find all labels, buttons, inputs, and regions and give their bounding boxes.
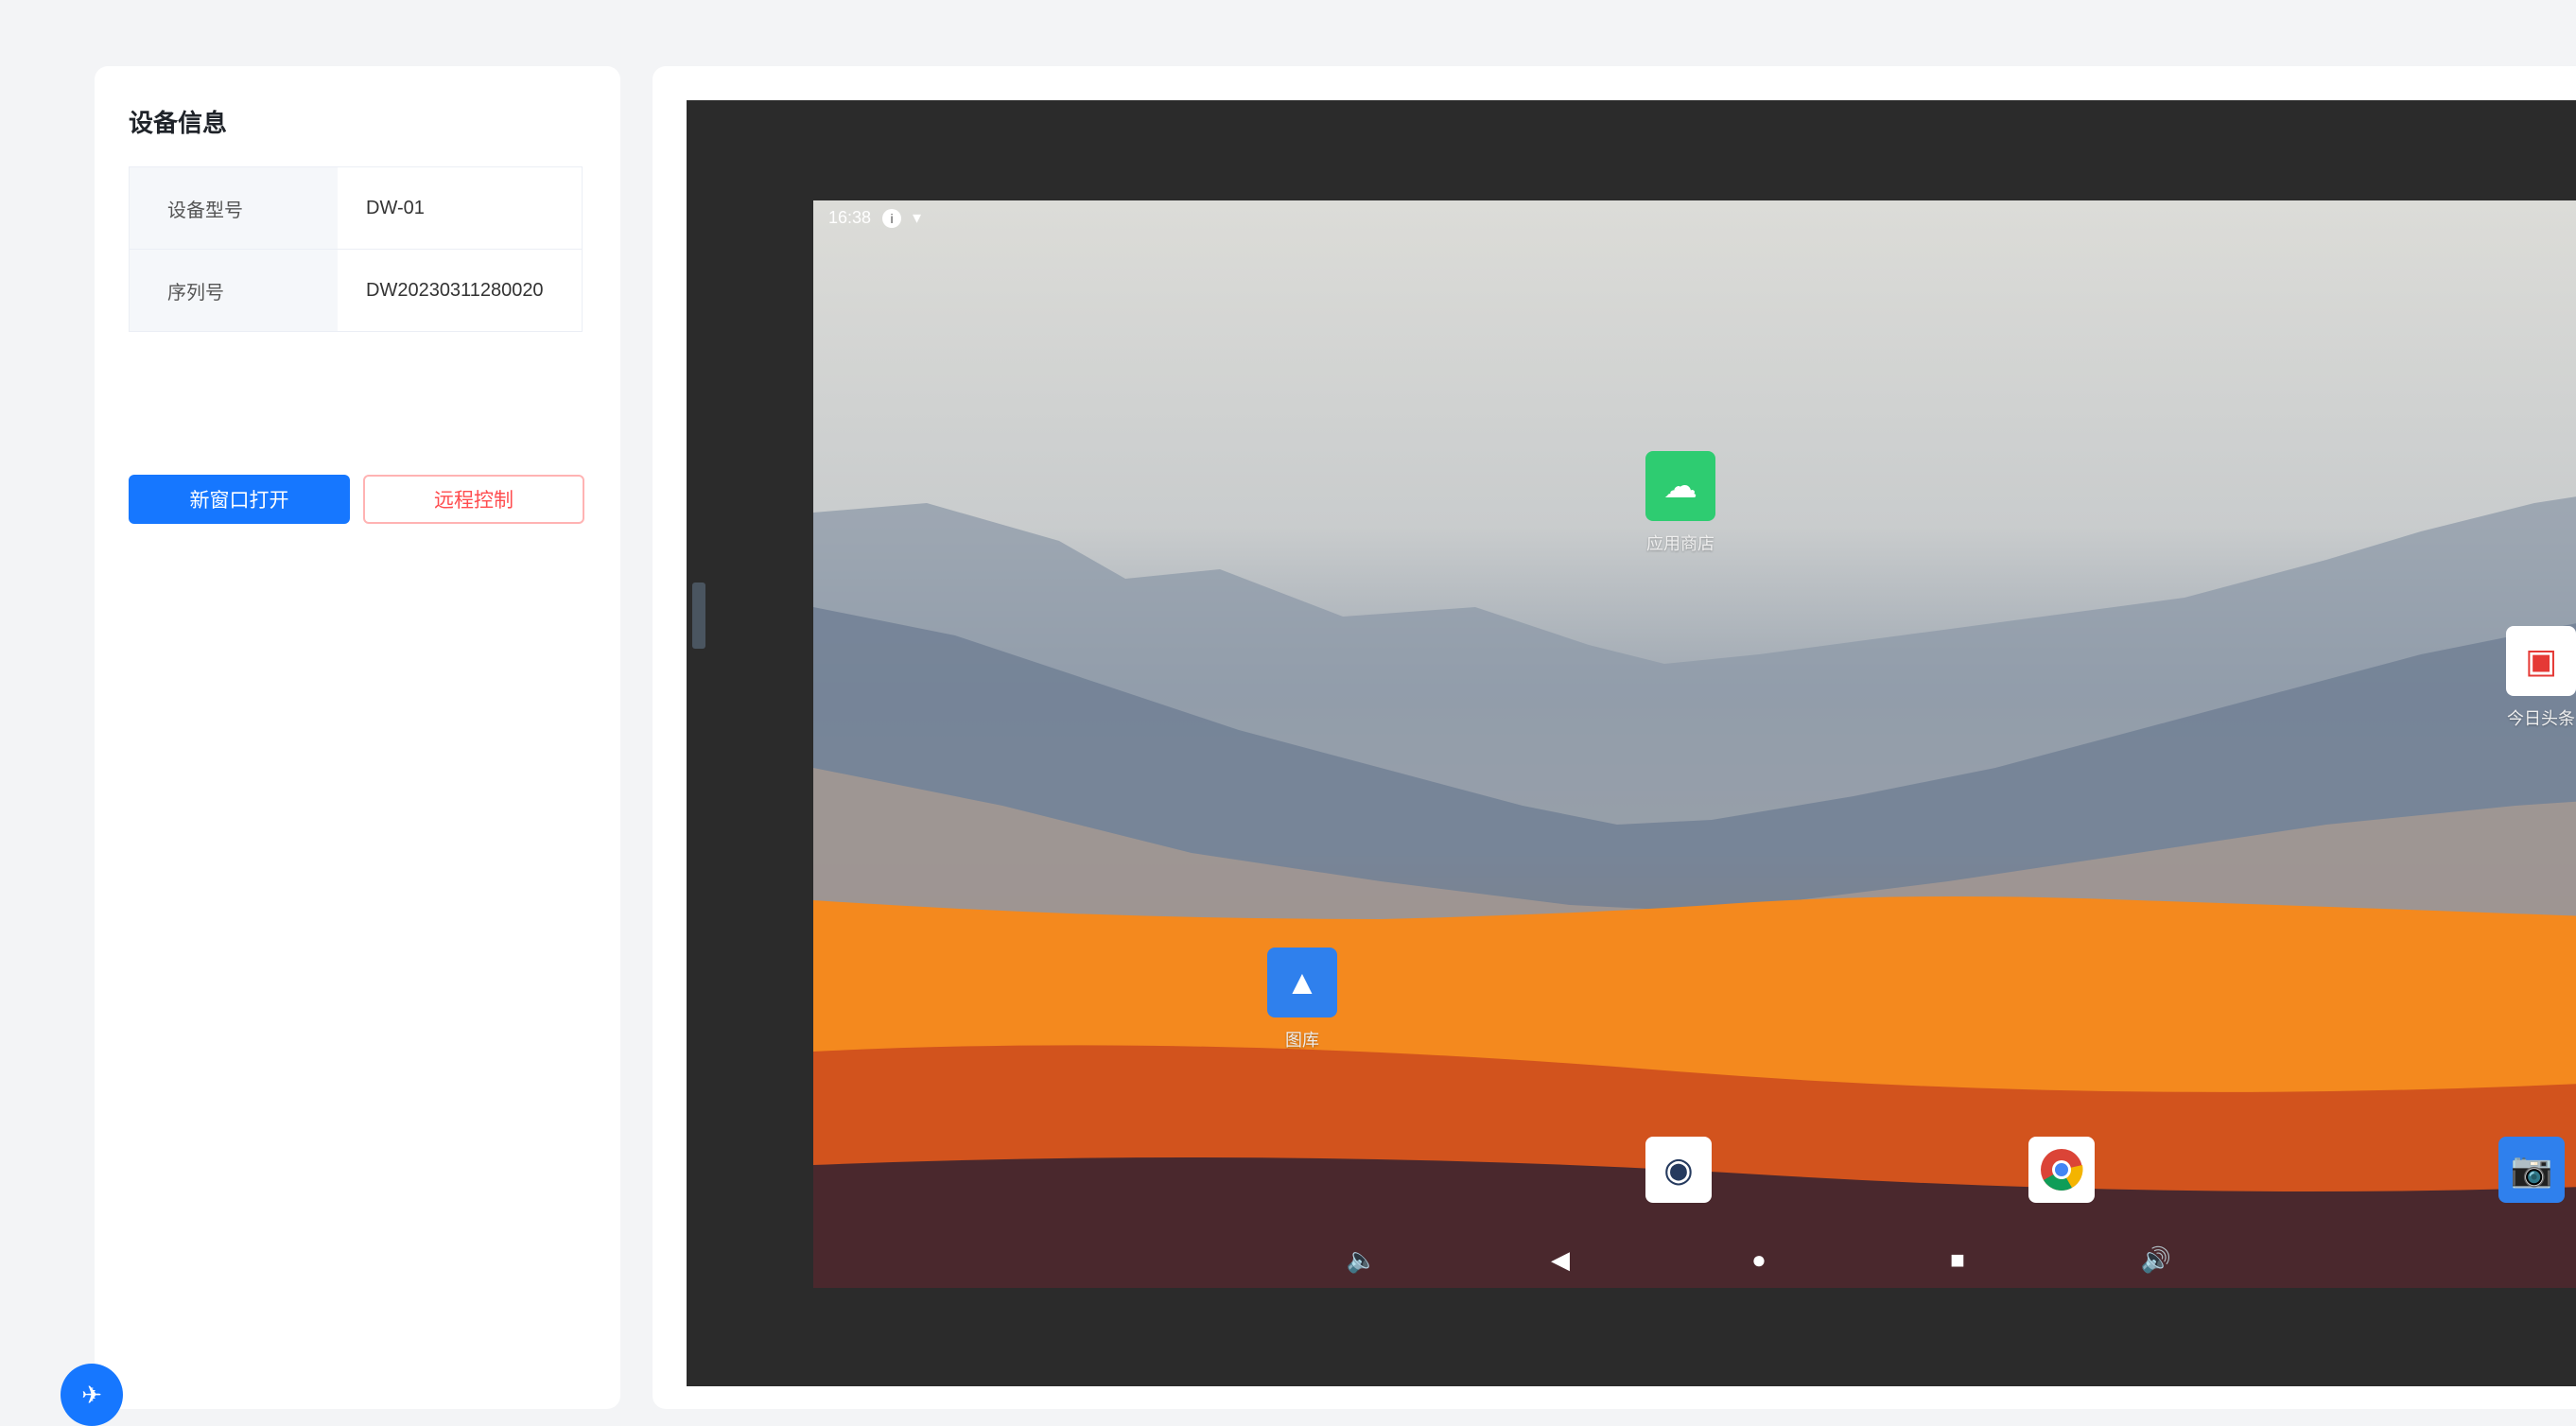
store-icon: ☁ xyxy=(1645,451,1715,521)
info-key: 设备型号 xyxy=(129,166,338,250)
table-row: 设备型号 DW-01 xyxy=(129,166,583,250)
recents-icon[interactable]: ■ xyxy=(1939,1245,1976,1275)
app-label: 今日头条 xyxy=(2507,709,2575,728)
device-screen[interactable]: 16:38 i ▾ ☁ 应用商店 ▲ 图库 ▣ 今日头条 ◉ 📷 🔈 ◀ ● ■… xyxy=(813,200,2576,1288)
app-gallery[interactable]: ▲ 图库 xyxy=(1267,948,1337,1052)
app-shell: 设备 设备 设备 设备 设备 设备 设备信息 设备型号 DW-01 序列号 DW… xyxy=(0,0,2576,1426)
help-float-icon[interactable]: ✈ xyxy=(61,1364,123,1426)
app-store[interactable]: ☁ 应用商店 xyxy=(1645,451,1715,555)
app-label: 应用商店 xyxy=(1646,534,1714,553)
status-bar: 16:38 i ▾ xyxy=(828,208,921,228)
chrome-logo xyxy=(2041,1149,2083,1191)
info-value: DW20230311280020 xyxy=(338,249,583,332)
device-info-table: 设备型号 DW-01 序列号 DW20230311280020 xyxy=(129,166,583,332)
chrome-icon xyxy=(2028,1137,2095,1203)
home-icon[interactable]: ● xyxy=(1740,1245,1778,1275)
status-time: 16:38 xyxy=(828,208,872,227)
volume-up-icon[interactable]: 🔊 xyxy=(2137,1245,2175,1275)
camera-icon: 📷 xyxy=(2498,1137,2565,1203)
camera-app-icon: ◉ xyxy=(1645,1137,1712,1203)
open-new-window-button[interactable]: 新窗口打开 xyxy=(129,475,350,524)
news-icon: ▣ xyxy=(2506,626,2576,696)
side-drag-handle[interactable] xyxy=(692,583,705,649)
info-value: DW-01 xyxy=(338,166,583,250)
dock-camera-app[interactable]: ◉ xyxy=(1645,1137,1712,1203)
device-info-panel: 设备信息 设备型号 DW-01 序列号 DW20230311280020 新窗口… xyxy=(95,66,620,1409)
remote-control-button[interactable]: 远程控制 xyxy=(363,475,584,524)
table-row: 序列号 DW20230311280020 xyxy=(129,249,583,332)
panel-title: 设备信息 xyxy=(129,109,228,137)
app-news[interactable]: ▣ 今日头条 xyxy=(2506,626,2576,730)
notification-icon: i xyxy=(882,208,902,228)
app-label: 图库 xyxy=(1285,1031,1319,1050)
volume-down-icon[interactable]: 🔈 xyxy=(1343,1245,1381,1275)
gallery-icon: ▲ xyxy=(1267,948,1337,1017)
android-nav-bar: 🔈 ◀ ● ■ 🔊 xyxy=(1343,1241,2175,1278)
info-key: 序列号 xyxy=(129,249,338,332)
wallpaper xyxy=(813,496,2576,1288)
wifi-icon: ▾ xyxy=(913,208,922,227)
dock-camera[interactable]: 📷 xyxy=(2498,1137,2565,1203)
back-icon[interactable]: ◀ xyxy=(1541,1245,1579,1275)
device-frame: 16:38 i ▾ ☁ 应用商店 ▲ 图库 ▣ 今日头条 ◉ 📷 🔈 ◀ ● ■… xyxy=(687,100,2576,1386)
device-mirror-panel: 16:38 i ▾ ☁ 应用商店 ▲ 图库 ▣ 今日头条 ◉ 📷 🔈 ◀ ● ■… xyxy=(653,66,2576,1409)
dock-chrome[interactable] xyxy=(2028,1137,2095,1203)
